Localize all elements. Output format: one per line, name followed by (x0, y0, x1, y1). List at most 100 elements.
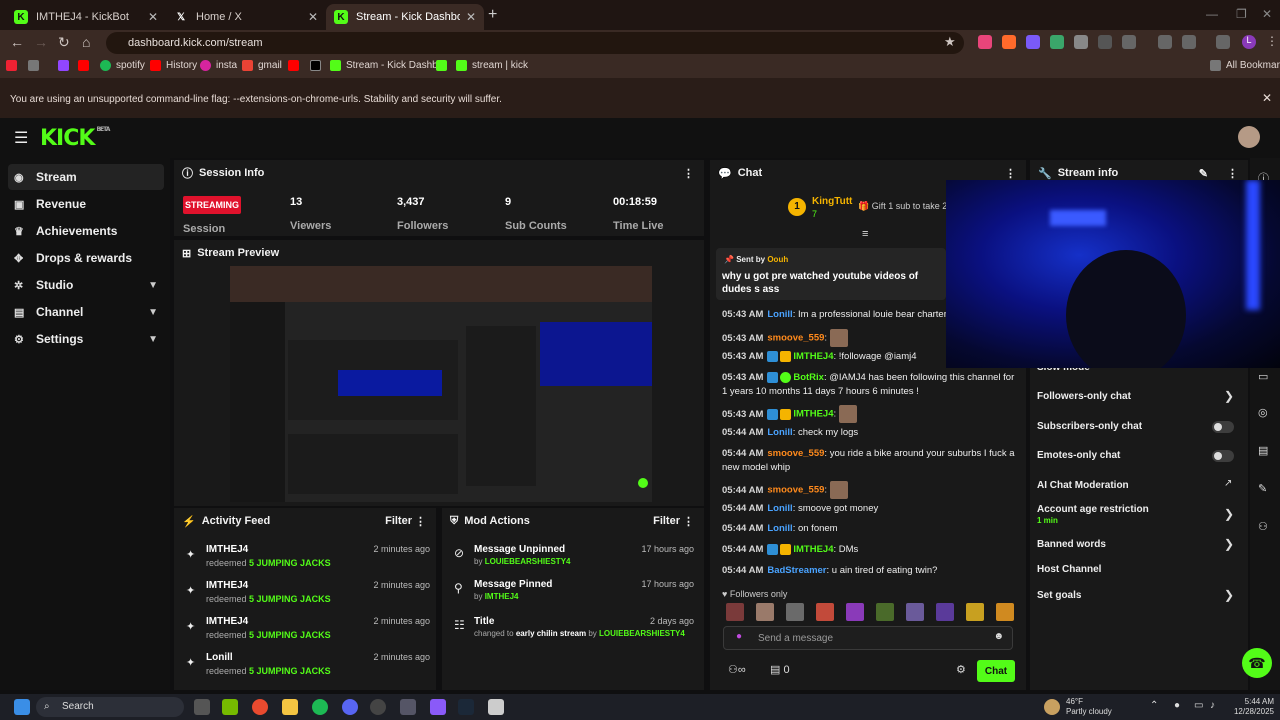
emote-image[interactable] (906, 603, 924, 621)
followers-only-row[interactable]: Followers-only chat (1037, 391, 1131, 402)
emote-image[interactable] (816, 603, 834, 621)
chevron-right-icon[interactable]: ❯ (1224, 537, 1234, 551)
set-goals-row[interactable]: Set goals (1037, 590, 1081, 601)
bookmark-history[interactable]: History (150, 60, 197, 71)
filter-button[interactable]: Filter (653, 515, 680, 527)
bookmark-spotify[interactable]: spotify (100, 60, 145, 71)
spotify-icon[interactable] (312, 699, 328, 715)
host-channel-row[interactable]: Host Channel (1037, 564, 1101, 575)
gift-user[interactable]: KingTutt (812, 196, 852, 207)
clock[interactable]: 5:44 AM 12/28/2025 (1228, 697, 1274, 717)
extension-icon[interactable] (978, 35, 992, 49)
more-icon[interactable]: ⋮ (1227, 167, 1238, 180)
emote-image[interactable] (876, 603, 894, 621)
banned-words-row[interactable]: Banned words (1037, 539, 1106, 550)
menu-icon[interactable]: ⋮ (1266, 34, 1278, 48)
sidebar-item-revenue[interactable]: ▣ Revenue (8, 191, 164, 217)
sidebar-item-channel[interactable]: ▤ Channel ▼ (8, 299, 164, 325)
home-icon[interactable]: ⌂ (82, 34, 90, 50)
tab-kickbot[interactable]: K IMTHEJ4 - KickBot ✕ (6, 4, 166, 30)
chevron-right-icon[interactable]: ❯ (1224, 507, 1234, 521)
bookmark-gmail[interactable]: gmail (242, 60, 282, 71)
chevron-right-icon[interactable]: ❯ (1224, 389, 1234, 403)
kick-logo[interactable]: KICK BETA (40, 126, 110, 151)
more-icon[interactable]: ⋮ (1005, 167, 1016, 180)
tray-chevron-icon[interactable]: ⌃ (1150, 700, 1158, 711)
close-icon[interactable]: ✕ (466, 10, 476, 24)
bookmark-stream-dashboard[interactable]: Stream - Kick Dashb... (330, 60, 446, 71)
folder-icon[interactable] (282, 699, 298, 715)
more-icon[interactable]: ⋮ (415, 515, 426, 528)
close-icon[interactable]: ✕ (1262, 91, 1272, 105)
discord-icon[interactable] (342, 699, 358, 715)
sidepanel-icon[interactable] (1216, 35, 1230, 49)
subscribers-only-toggle[interactable] (1212, 421, 1234, 433)
profile-avatar[interactable]: L (1242, 35, 1256, 49)
edit-icon[interactable]: ✎ (1199, 167, 1208, 180)
emote-image[interactable] (786, 603, 804, 621)
mic-icon[interactable]: ● (1174, 700, 1180, 711)
collapse-icon[interactable]: ≡ (862, 228, 868, 240)
share-icon[interactable]: ⚇ (1258, 520, 1268, 533)
volume-icon[interactable]: ♪ (1210, 700, 1215, 711)
sidebar-item-achievements[interactable]: ♛ Achievements (8, 218, 164, 244)
bookmark-stream-kick[interactable]: stream | kick (456, 60, 528, 71)
bookmark-youtube-2[interactable] (288, 60, 304, 71)
hamburger-icon[interactable]: ☰ (14, 128, 28, 148)
download-icon[interactable] (1182, 35, 1196, 49)
chat-settings-icon[interactable]: ⚙ (956, 663, 966, 676)
chevron-right-icon[interactable]: ❯ (1224, 588, 1234, 602)
nvidia-icon[interactable] (222, 699, 238, 715)
tab-kick-dashboard[interactable]: KStream - Kick Dashboard✕ (326, 4, 484, 30)
minimize-icon[interactable]: — (1206, 7, 1218, 21)
emote-image[interactable] (846, 603, 864, 621)
points-icon[interactable]: ⚇∞ (728, 663, 746, 676)
game-icon[interactable] (430, 699, 446, 715)
extension-icon[interactable] (1002, 35, 1016, 49)
url-field[interactable]: dashboard.kick.com/stream (106, 32, 964, 54)
sidebar-item-settings[interactable]: ⚙ Settings ▼ (8, 326, 164, 352)
weather-widget[interactable]: 46°F Partly cloudy (1066, 697, 1112, 717)
chat-input[interactable]: ● Send a message ☻ (723, 626, 1013, 650)
apps-icon[interactable] (6, 60, 22, 71)
window-close-icon[interactable]: ✕ (1262, 7, 1272, 21)
close-icon[interactable]: ✕ (308, 10, 318, 24)
close-icon[interactable]: ✕ (148, 10, 158, 24)
emote-image[interactable] (726, 603, 744, 621)
broadcast-icon[interactable]: ◎ (1258, 406, 1268, 419)
emote-image[interactable] (756, 603, 774, 621)
reload-icon[interactable]: ↻ (58, 34, 70, 51)
taskview-icon[interactable] (194, 699, 210, 715)
chat-send-button[interactable]: Chat (977, 660, 1015, 682)
star-icon[interactable]: ★ (944, 34, 956, 50)
taskbar-search[interactable]: ⌕ Search (36, 697, 184, 717)
filter-button[interactable]: Filter (385, 515, 412, 527)
extension-icon[interactable] (1026, 35, 1040, 49)
bookmark-insta[interactable]: insta (200, 60, 237, 71)
display-icon[interactable]: ▭ (1194, 700, 1203, 711)
extension-icon[interactable] (1098, 35, 1112, 49)
emote-image[interactable] (966, 603, 984, 621)
steam-icon[interactable] (458, 699, 474, 715)
mic-icon[interactable]: ● (736, 631, 742, 642)
wrench-icon[interactable]: ✎ (1258, 482, 1267, 495)
layout-icon[interactable]: ▤ (1258, 444, 1268, 457)
points-counter[interactable]: ▤ 0 (770, 663, 790, 676)
more-icon[interactable]: ⋮ (683, 515, 694, 528)
extension-icon[interactable] (1050, 35, 1064, 49)
avatar[interactable] (1238, 126, 1260, 148)
all-bookmarks[interactable]: All Bookmarks (1210, 60, 1280, 71)
bookmark-youtube[interactable] (78, 60, 94, 71)
account-age-row[interactable]: Account age restriction (1037, 504, 1149, 515)
back-icon[interactable]: ← (10, 34, 24, 50)
support-icon[interactable]: ☎ (1242, 648, 1272, 678)
emote-image[interactable] (996, 603, 1014, 621)
grid-icon[interactable] (28, 60, 44, 71)
media-icon[interactable] (1158, 35, 1172, 49)
external-link-icon[interactable]: ↗ (1224, 478, 1232, 489)
forward-icon[interactable]: → (34, 34, 48, 50)
gift-cta[interactable]: 🎁 Gift 1 sub to take 2n (858, 201, 952, 212)
ai-moderation-row[interactable]: AI Chat Moderation (1037, 480, 1129, 491)
emotes-only-toggle[interactable] (1212, 450, 1234, 462)
bookmark-twitch[interactable] (58, 60, 74, 71)
